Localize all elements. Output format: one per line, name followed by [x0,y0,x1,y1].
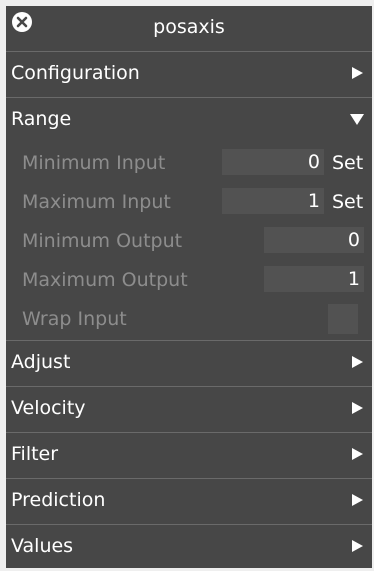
section-velocity-label: Velocity [11,397,86,419]
range-body: Minimum Input 0 Set Maximum Input 1 Set … [6,144,372,344]
minimum-output-field[interactable]: 0 [264,227,364,253]
section-configuration-label: Configuration [11,62,140,84]
wrap-input-label: Wrap Input [22,308,127,330]
maximum-input-set-button[interactable]: Set [332,191,363,213]
minimum-input-label: Minimum Input [22,152,166,174]
section-range-label: Range [11,108,72,130]
maximum-output-label: Maximum Output [22,269,188,291]
section-velocity[interactable]: Velocity [6,387,372,433]
triangle-down-icon [350,114,364,125]
maximum-output-field[interactable]: 1 [264,266,364,292]
triangle-right-icon [352,448,363,460]
section-prediction[interactable]: Prediction [6,479,372,525]
section-prediction-label: Prediction [11,489,106,511]
wrap-input-checkbox[interactable] [328,304,358,334]
section-values[interactable]: Values [6,525,372,571]
minimum-input-set-button[interactable]: Set [332,152,363,174]
section-filter[interactable]: Filter [6,433,372,479]
triangle-right-icon [352,540,363,552]
maximum-input-field[interactable]: 1 [222,188,324,214]
window-title: posaxis [153,16,225,38]
title-bar: posaxis [6,6,372,52]
triangle-right-icon [352,356,363,368]
section-range[interactable]: Range [6,98,372,144]
triangle-right-icon [352,67,363,79]
section-filter-label: Filter [11,443,59,465]
section-values-label: Values [11,535,74,557]
triangle-right-icon [352,494,363,506]
section-adjust[interactable]: Adjust [6,341,372,387]
maximum-input-label: Maximum Input [22,191,171,213]
section-configuration[interactable]: Configuration [6,52,372,98]
section-adjust-label: Adjust [11,351,71,373]
posaxis-panel: posaxis Configuration Range Minimum Inpu… [6,6,372,568]
triangle-right-icon [352,402,363,414]
minimum-input-field[interactable]: 0 [222,149,324,175]
minimum-output-label: Minimum Output [22,230,183,252]
